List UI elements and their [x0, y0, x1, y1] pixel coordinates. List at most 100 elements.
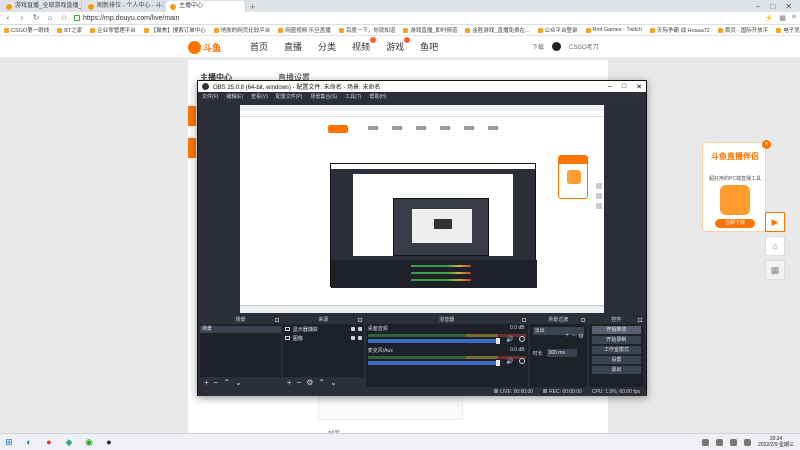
- remove-icon[interactable]: −: [297, 378, 302, 387]
- bookmark[interactable]: 电子竞技 LOL Dot...: [776, 26, 800, 34]
- nav-live[interactable]: 直播: [284, 40, 302, 53]
- start-streaming-button[interactable]: 开始推流: [591, 326, 642, 334]
- refresh-icon[interactable]: ↻: [32, 14, 40, 22]
- browser-tab[interactable]: 刷新排位 - 个人中心 - 斗...: [84, 1, 164, 12]
- tray-app-icon[interactable]: [716, 438, 724, 446]
- star-icon[interactable]: ☆: [60, 14, 68, 22]
- url-field[interactable]: https://mp.douyu.com/live/main: [74, 13, 759, 23]
- obs-preview-canvas[interactable]: [240, 105, 604, 313]
- move-up-icon[interactable]: ⌃: [318, 378, 325, 387]
- source-item[interactable]: 图像: [283, 334, 364, 342]
- bookmark[interactable]: 首页 - 国际开放平: [717, 26, 768, 34]
- companion-ad[interactable]: 斗鱼直播伴侣 超好用的PC端直播工具 立即下载: [702, 142, 766, 232]
- slider-knob[interactable]: [495, 338, 500, 344]
- forward-icon[interactable]: ›: [18, 14, 26, 22]
- popout-icon[interactable]: [357, 318, 362, 322]
- maximize-icon[interactable]: □: [622, 83, 626, 91]
- wechat-icon[interactable]: ◉: [84, 437, 94, 447]
- bookmark[interactable]: 金胜游戏_直播免费在...: [465, 26, 530, 34]
- close-icon[interactable]: ✕: [636, 83, 642, 91]
- nav-category[interactable]: 分类: [318, 40, 336, 53]
- home-icon[interactable]: ⌂: [46, 14, 54, 22]
- douyu-logo[interactable]: 斗鱼: [188, 39, 226, 55]
- menu-edit[interactable]: 编辑(E): [226, 93, 243, 100]
- settings-button[interactable]: 设置: [591, 356, 642, 364]
- gear-icon[interactable]: ⚙: [578, 333, 583, 340]
- grid-icon[interactable]: ▦: [779, 14, 786, 22]
- bookmark[interactable]: 公众平台登录: [537, 26, 578, 34]
- scene-item[interactable]: 场景: [200, 326, 281, 333]
- obs-titlebar[interactable]: OBS 25.0.8 (64-bit, windows) - 配置文件: 未命名…: [198, 81, 646, 92]
- speaker-icon[interactable]: 🔊: [506, 358, 513, 365]
- menu-scene-collection[interactable]: 场景集合(S): [310, 93, 337, 100]
- bookmark[interactable]: BT之家: [57, 26, 82, 34]
- popout-icon[interactable]: [274, 318, 279, 322]
- bookmark[interactable]: 地肤的网页比较平台: [213, 26, 270, 34]
- menu-icon[interactable]: ≡: [792, 14, 796, 22]
- popout-icon[interactable]: [638, 318, 643, 322]
- minimize-icon[interactable]: –: [756, 2, 760, 11]
- edge-icon[interactable]: ◐: [24, 437, 34, 447]
- new-tab-button[interactable]: +: [246, 2, 259, 12]
- browser-tab[interactable]: 游戏直播_全部游戏直播_: [2, 1, 82, 12]
- volume-slider[interactable]: [367, 338, 500, 344]
- move-down-icon[interactable]: ⌄: [235, 378, 242, 387]
- gear-icon[interactable]: [518, 358, 525, 364]
- home-icon[interactable]: ⌂: [765, 236, 785, 256]
- minimize-icon[interactable]: –: [608, 83, 612, 91]
- remove-icon[interactable]: −: [572, 333, 576, 340]
- duration-input[interactable]: 300 ms: [546, 349, 577, 357]
- move-up-icon[interactable]: ⌃: [223, 378, 230, 387]
- move-down-icon[interactable]: ⌄: [330, 378, 337, 387]
- maximize-icon[interactable]: □: [770, 2, 775, 11]
- play-icon[interactable]: ▶: [765, 212, 785, 232]
- qr-code-icon[interactable]: ▦: [765, 260, 785, 280]
- download-button[interactable]: 立即下载: [715, 219, 755, 228]
- bookmark[interactable]: 【聚焦】搜索订单中心: [143, 26, 206, 34]
- exit-button[interactable]: 退出: [591, 366, 642, 374]
- remove-icon[interactable]: −: [214, 378, 219, 387]
- bookmark[interactable]: 天际争霸 战 Hoaaa72: [649, 26, 710, 34]
- clock[interactable]: 20:24 2022/2/9 星期三: [758, 436, 794, 448]
- close-icon[interactable]: ×: [762, 140, 771, 149]
- add-icon[interactable]: +: [204, 378, 209, 387]
- volume-slider[interactable]: [367, 360, 500, 366]
- popout-icon[interactable]: [521, 318, 526, 322]
- gear-icon[interactable]: [518, 336, 525, 342]
- speaker-icon[interactable]: 🔊: [506, 336, 513, 343]
- studio-mode-button[interactable]: 工作室模式: [591, 346, 642, 354]
- close-icon[interactable]: ✕: [785, 2, 792, 11]
- avatar[interactable]: [552, 42, 562, 51]
- lock-icon[interactable]: [357, 336, 362, 340]
- start-recording-button[interactable]: 开始录制: [591, 336, 642, 344]
- tray-app-icon[interactable]: [702, 438, 710, 446]
- download-link[interactable]: 下载: [532, 42, 544, 51]
- bookmark[interactable]: Riot Games - Twitch: [585, 27, 642, 33]
- windows-start-icon[interactable]: ⊞: [4, 437, 14, 447]
- slider-knob[interactable]: [495, 360, 500, 366]
- lock-icon[interactable]: [357, 327, 362, 331]
- add-icon[interactable]: +: [565, 333, 569, 340]
- nav-games[interactable]: 游戏: [386, 37, 411, 53]
- menu-profile[interactable]: 配置文件(P): [276, 93, 303, 100]
- nav-yuba[interactable]: 鱼吧: [420, 40, 438, 53]
- menu-view[interactable]: 查看(V): [251, 93, 268, 100]
- gear-icon[interactable]: ⚙: [306, 378, 313, 387]
- menu-help[interactable]: 帮助(H): [369, 93, 386, 100]
- menu-tools[interactable]: 工具(T): [345, 93, 361, 100]
- bookmark[interactable]: 百度一下，你就知道: [338, 26, 395, 34]
- back-icon[interactable]: ‹: [4, 14, 12, 22]
- menu-file[interactable]: 文件(F): [202, 93, 218, 100]
- chrome-icon[interactable]: ●: [44, 437, 54, 447]
- nav-video[interactable]: 视频: [352, 37, 377, 53]
- network-icon[interactable]: [730, 438, 738, 446]
- add-icon[interactable]: +: [287, 378, 292, 387]
- bookmark[interactable]: 企业零管理平台: [90, 26, 136, 34]
- browser-icon[interactable]: ◆: [64, 437, 74, 447]
- bookmark[interactable]: 游戏直播_即时频道: [403, 26, 457, 34]
- username[interactable]: CSGO老刀: [569, 42, 599, 51]
- nav-home[interactable]: 首页: [250, 40, 268, 53]
- lightning-icon[interactable]: ⚡: [765, 14, 774, 22]
- bookmark[interactable]: 网盛视频 乐旦盖播: [278, 26, 331, 34]
- source-item[interactable]: 显示器捕获: [283, 325, 364, 333]
